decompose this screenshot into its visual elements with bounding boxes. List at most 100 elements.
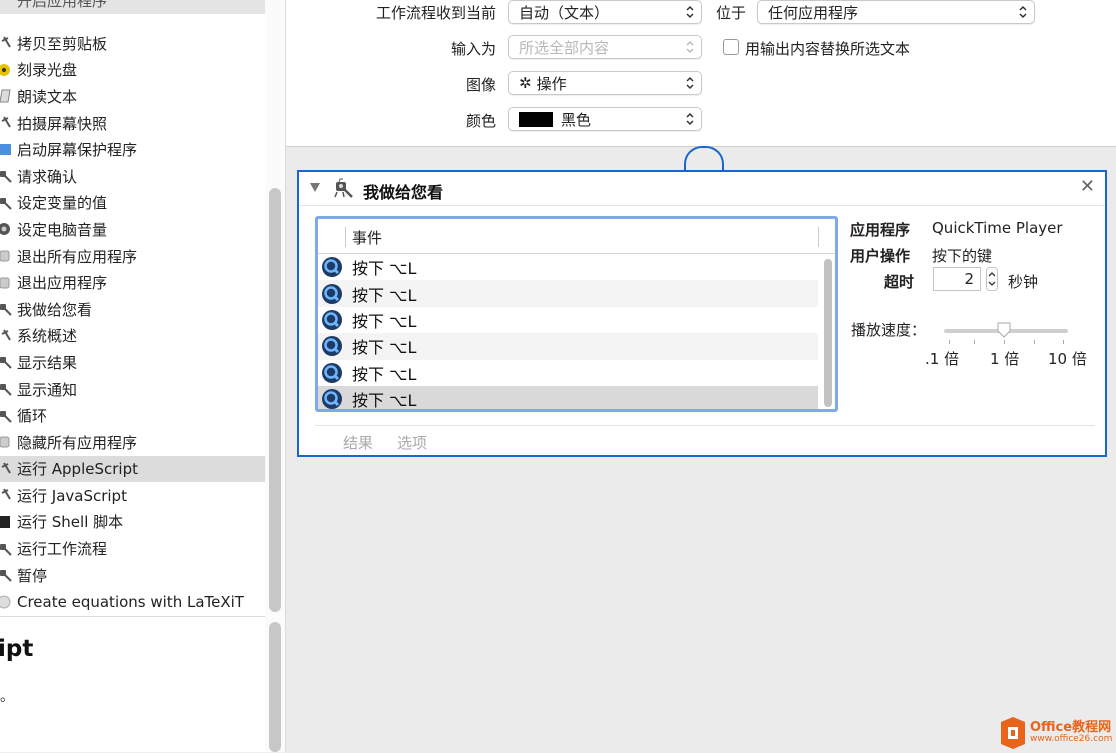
input-popup[interactable]: 所选全部内容 bbox=[508, 35, 702, 59]
event-row[interactable]: 按下 ⌥L bbox=[318, 307, 818, 333]
action-card[interactable]: 我做给您看 ✕ 事件 按下 ⌥L 按下 ⌥L 按下 ⌥L 按下 ⌥L 按下 ⌥L 按下 ⌥… bbox=[297, 170, 1107, 457]
receive-label: 工作流程收到当前 bbox=[375, 4, 496, 22]
timeout-field[interactable]: 2 bbox=[933, 267, 981, 291]
column-header-events[interactable]: 事件 bbox=[352, 227, 382, 248]
workflow-settings: 工作流程收到当前 自动（文本） 位于 任何应用程序 输入为 所选全部内容 用输出… bbox=[286, 0, 1116, 146]
action-card-header: 我做给您看 ✕ bbox=[299, 172, 1105, 206]
sidebar-action-label: Create equations with LaTeXiT bbox=[17, 592, 244, 611]
screensaver-icon bbox=[0, 142, 12, 158]
quicktime-icon bbox=[322, 336, 342, 357]
automator-robot-icon bbox=[334, 178, 353, 198]
wrench-icon bbox=[0, 487, 12, 503]
receive-popup[interactable]: 自动（文本） bbox=[508, 0, 702, 24]
speed-label: 播放速度： bbox=[851, 321, 927, 339]
wrench-icon bbox=[0, 328, 12, 344]
chevron-updown-icon bbox=[686, 40, 694, 54]
close-icon[interactable]: ✕ bbox=[1080, 176, 1095, 197]
event-label: 按下 ⌥L bbox=[352, 259, 417, 279]
sidebar-action-item[interactable]: 设定变量的值 bbox=[0, 190, 265, 217]
sidebar-action-label: 朗读文本 bbox=[17, 87, 78, 106]
sidebar-action-label: 设定电脑音量 bbox=[17, 220, 108, 239]
sidebar-action-label: 刻录光盘 bbox=[17, 61, 78, 80]
user-action-label: 用户操作 bbox=[850, 247, 911, 265]
sidebar-action-item[interactable]: 刻录光盘 bbox=[0, 57, 265, 84]
sidebar-action-item[interactable]: 显示结果 bbox=[0, 349, 265, 376]
user-action-value: 按下的键 bbox=[932, 247, 993, 265]
sidebar-action-item[interactable]: 循环 bbox=[0, 402, 265, 429]
color-popup[interactable]: 黑色 bbox=[508, 107, 702, 131]
sidebar-action-item[interactable]: 拍摄屏幕快照 bbox=[0, 110, 265, 137]
app-icon bbox=[0, 434, 12, 450]
sidebar-action-label: 我做给您看 bbox=[17, 300, 93, 319]
sidebar-action-item[interactable]: 暂停 bbox=[0, 562, 265, 589]
sidebar-action-item[interactable]: 运行工作流程 bbox=[0, 535, 265, 562]
sidebar-action-item[interactable]: 我做给您看 bbox=[0, 296, 265, 323]
sidebar-action-item[interactable]: 显示通知 bbox=[0, 376, 265, 403]
event-label: 按下 ⌥L bbox=[352, 364, 417, 384]
sidebar-action-label: 显示通知 bbox=[17, 380, 78, 399]
events-table-header: 事件 bbox=[318, 219, 835, 254]
chevron-updown-icon bbox=[988, 272, 996, 286]
sidebar-action-item[interactable]: Create equations with LaTeXiT bbox=[0, 588, 265, 615]
speed-tick-label: 10 倍 bbox=[1048, 350, 1087, 368]
replace-text-checkbox[interactable] bbox=[723, 39, 739, 55]
column-separator bbox=[818, 227, 819, 247]
input-value: 所选全部内容 bbox=[519, 38, 610, 57]
quicktime-icon bbox=[322, 362, 342, 383]
event-row[interactable]: 按下 ⌥L bbox=[318, 333, 818, 360]
event-row[interactable]: 按下 ⌥L bbox=[318, 254, 818, 280]
sidebar-action-label: 拷贝至剪贴板 bbox=[17, 34, 108, 53]
sidebar-action-item[interactable]: 退出应用程序 bbox=[0, 269, 265, 296]
in-label: 位于 bbox=[715, 4, 746, 22]
sidebar-action-label: 退出应用程序 bbox=[17, 274, 108, 293]
sidebar-action-item[interactable]: 朗读文本 bbox=[0, 83, 265, 110]
sidebar-action-label: 退出所有应用程序 bbox=[17, 247, 138, 266]
event-row[interactable]: 按下 ⌥L bbox=[318, 360, 818, 386]
gear-icon: ✲ bbox=[519, 74, 532, 92]
event-row[interactable]: 按下 ⌥L bbox=[318, 385, 818, 409]
terminal-icon bbox=[0, 514, 12, 530]
sidebar-action-label: 循环 bbox=[17, 407, 48, 426]
timeout-stepper[interactable] bbox=[986, 267, 998, 291]
results-button[interactable]: 结果 bbox=[343, 432, 373, 453]
robot-icon bbox=[0, 195, 12, 211]
input-label: 输入为 bbox=[450, 40, 496, 58]
robot-icon bbox=[0, 354, 12, 370]
speed-tick-label: 1 倍 bbox=[990, 350, 1020, 368]
sidebar-action-item[interactable]: 退出所有应用程序 bbox=[0, 243, 265, 270]
disclosure-triangle-icon[interactable] bbox=[310, 183, 320, 192]
sidebar-action-item[interactable]: 运行 AppleScript bbox=[0, 455, 265, 483]
timeout-label: 超时 bbox=[884, 273, 915, 291]
script-icon bbox=[0, 88, 12, 104]
image-popup[interactable]: ✲ 操作 bbox=[508, 71, 702, 95]
sidebar-action-item[interactable]: 运行 Shell 脚本 bbox=[0, 509, 265, 536]
image-value: 操作 bbox=[536, 74, 567, 93]
color-swatch bbox=[519, 111, 553, 127]
action-title: 我做给您看 bbox=[363, 183, 444, 202]
app-label: 应用程序 bbox=[850, 221, 911, 239]
events-scrollbar[interactable] bbox=[824, 259, 832, 407]
speaker-icon bbox=[0, 221, 12, 237]
robot-icon bbox=[0, 567, 12, 583]
sidebar-item-cut[interactable]: 开启应用程序 bbox=[17, 0, 107, 11]
sidebar-action-item[interactable]: 隐藏所有应用程序 bbox=[0, 429, 265, 456]
actions-list-scrollbar[interactable] bbox=[269, 188, 281, 612]
sidebar-action-item[interactable]: 拷贝至剪贴板 bbox=[0, 30, 265, 57]
application-popup[interactable]: 任何应用程序 bbox=[757, 0, 1035, 24]
event-row[interactable]: 按下 ⌥L bbox=[318, 280, 818, 307]
events-table[interactable]: 事件 按下 ⌥L 按下 ⌥L 按下 ⌥L 按下 ⌥L 按下 ⌥L 按下 ⌥L bbox=[315, 216, 838, 412]
sidebar-action-label: 运行 Shell 脚本 bbox=[17, 513, 124, 532]
sidebar-action-item[interactable]: 设定电脑音量 bbox=[0, 216, 265, 243]
latexit-icon bbox=[0, 594, 12, 610]
sidebar-action-item[interactable]: 请求确认 bbox=[0, 163, 265, 190]
speed-slider-knob[interactable] bbox=[997, 322, 1011, 338]
chevron-updown-icon bbox=[686, 76, 694, 90]
description-scrollbar[interactable] bbox=[269, 622, 281, 752]
options-button[interactable]: 选项 bbox=[397, 432, 427, 453]
sidebar-action-item[interactable]: 运行 JavaScript bbox=[0, 482, 265, 509]
column-separator bbox=[345, 227, 346, 247]
sidebar-action-label: 设定变量的值 bbox=[17, 194, 108, 213]
app-icon bbox=[0, 248, 12, 264]
sidebar-action-item[interactable]: 系统概述 bbox=[0, 323, 265, 350]
sidebar-action-item[interactable]: 启动屏幕保护程序 bbox=[0, 136, 265, 163]
